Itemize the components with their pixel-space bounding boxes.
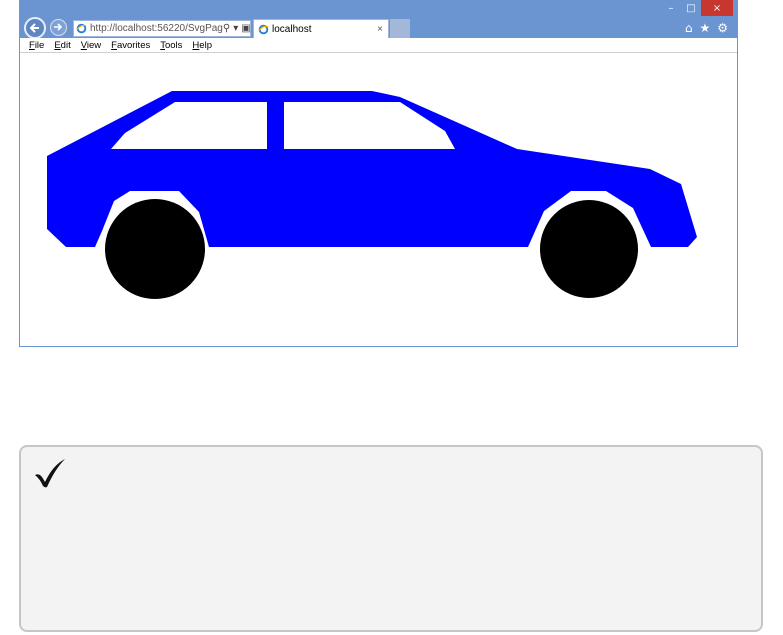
page-content [20,52,737,346]
car-graphic [47,91,697,299]
front-wheel [540,200,638,298]
checkmark-icon [35,459,65,488]
car-front-window [284,102,455,149]
note-box [19,445,763,632]
browser-window: http://localhost:56220/SvgPag ⚲ ▾ ▣ ↻ lo… [19,0,738,347]
rear-wheel [105,199,205,299]
